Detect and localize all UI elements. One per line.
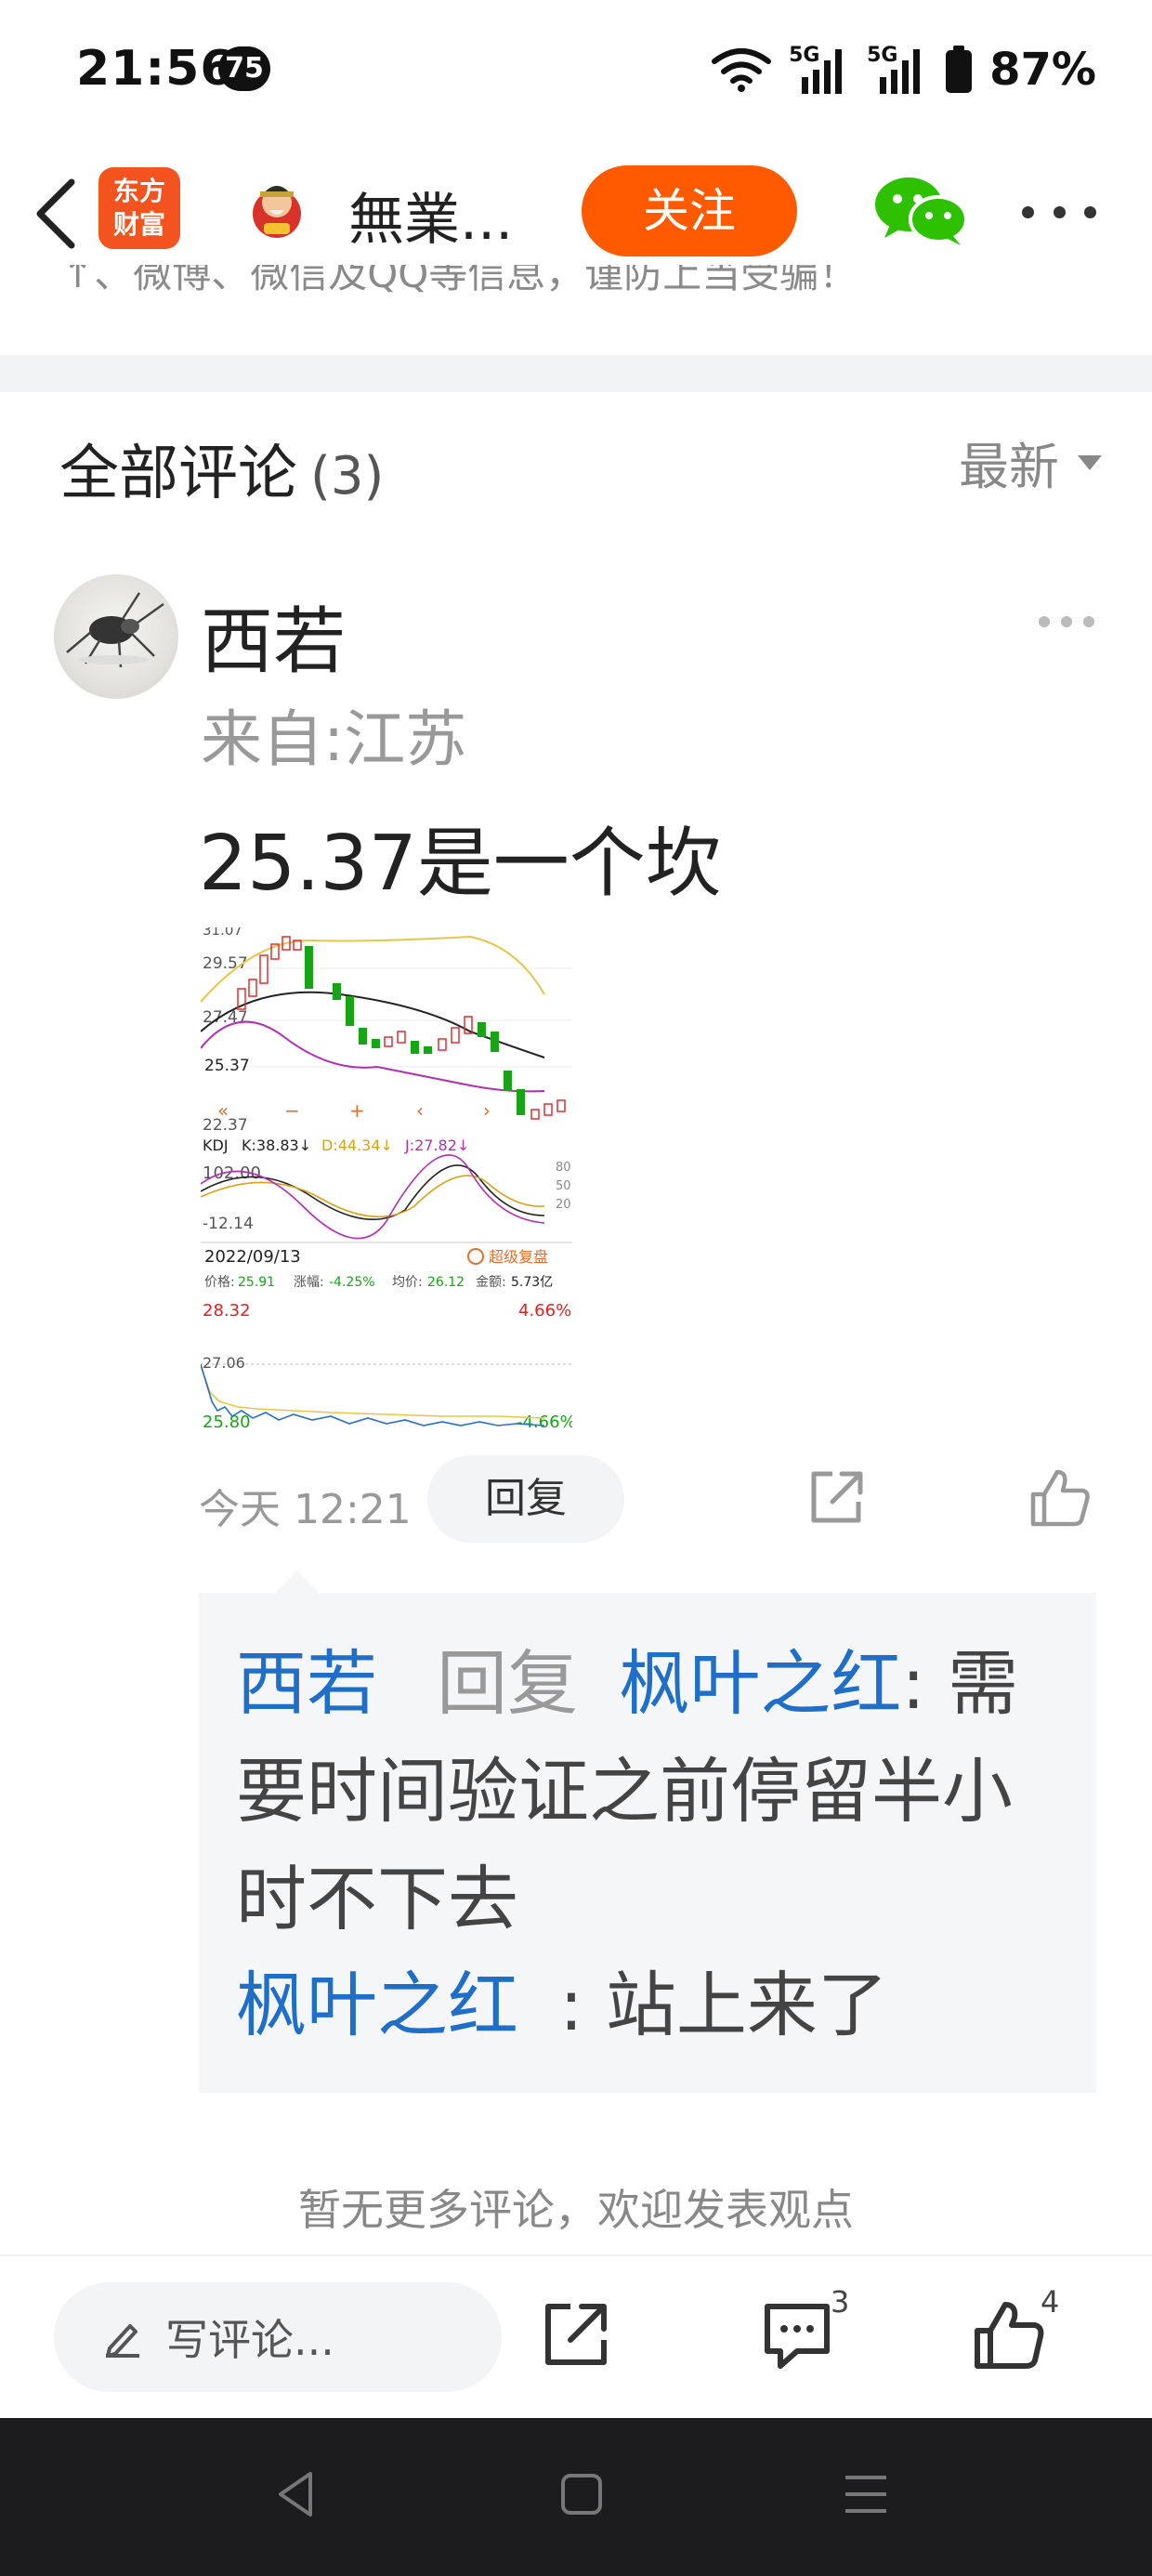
chart-date: 2022/09/13: [204, 1247, 301, 1267]
comments-title-label: 全部评论: [59, 440, 297, 508]
svg-text:«: «: [217, 1099, 229, 1122]
intraday-low: 25.80: [203, 1413, 251, 1432]
kdj-bottom: -12.14: [203, 1215, 254, 1233]
app-root: 21:56 75 5G 5G 87% 东方财富 無業... 关注 ↑、微博、微信…: [0, 0, 1152, 2576]
wechat-share-icon[interactable]: [870, 173, 972, 247]
reply-verb: 回复: [437, 1642, 579, 1725]
replay-label: 超级复盘: [489, 1248, 548, 1266]
reply-button[interactable]: 回复: [427, 1455, 624, 1543]
app-logo[interactable]: 东方财富: [98, 167, 180, 249]
kdj-right: 50: [556, 1179, 571, 1193]
dot-icon: [1053, 205, 1066, 218]
kdj-k: K:38.83↓: [242, 1137, 311, 1154]
stock-chart-thumbnail: 31.07 29.57 27.47 25.37 22.37 « − + ‹ › …: [200, 922, 576, 1432]
intraday-high-pct: 4.66%: [518, 1301, 571, 1321]
comment-location: 来自:江苏: [201, 703, 467, 775]
write-comment-input[interactable]: 写评论...: [54, 2282, 502, 2392]
nav-back-icon[interactable]: [269, 2466, 325, 2522]
article-clipped-text: ↑、微博、微信及QQ等信息，谨防上当受骗！: [61, 265, 858, 293]
thumbs-up-icon[interactable]: [972, 2297, 1046, 2372]
comment-text: 25.37是一个坎: [199, 820, 722, 908]
reply-to-user[interactable]: 枫叶之红: [619, 1642, 901, 1725]
commenter-avatar[interactable]: [54, 574, 178, 699]
reply-item[interactable]: 枫叶之红 : 站上来了: [236, 1952, 1059, 2059]
share-icon[interactable]: [539, 2297, 613, 2372]
insect-sketch-image: [66, 592, 164, 668]
intraday-mid: 27.06: [203, 1354, 245, 1372]
svg-text:−: −: [284, 1099, 300, 1122]
price-value: 25.91: [238, 1275, 275, 1290]
svg-text:‹: ‹: [416, 1099, 424, 1122]
avg-value: 26.12: [427, 1275, 465, 1290]
reply-text: : 站上来了: [559, 1964, 888, 2046]
reply-box-pointer: [275, 1571, 320, 1593]
chart-control-row: « − + ‹ ›: [217, 1099, 491, 1122]
dot-icon: [1039, 616, 1050, 627]
svg-text:›: ›: [483, 1099, 491, 1122]
sort-dropdown[interactable]: 最新: [959, 426, 1102, 499]
status-time: 21:56: [76, 41, 235, 97]
more-options-button[interactable]: [1022, 201, 1096, 223]
dot-icon: [1084, 205, 1096, 218]
caret-down-icon: [1078, 454, 1102, 470]
sort-label: 最新: [959, 438, 1059, 496]
signal-5g-icon-2: 5G: [867, 44, 928, 96]
author-avatar[interactable]: [243, 175, 310, 242]
replies-panel[interactable]: 西若 回复 枫叶之红: 需要时间验证之前停留半小时不下去 枫叶之红 : 站上来了: [199, 1593, 1096, 2093]
status-icons: 5G 5G 87%: [711, 37, 1096, 102]
back-button[interactable]: [26, 177, 85, 251]
status-bar: 21:56 75 5G 5G 87%: [0, 0, 1152, 139]
intraday-high: 28.32: [203, 1301, 251, 1321]
kdj-right: 20: [556, 1198, 571, 1212]
change-label: 涨幅:: [294, 1275, 324, 1290]
wifi-icon: [712, 48, 772, 92]
notification-badge: 75: [218, 46, 270, 91]
dot-icon: [1083, 616, 1094, 627]
nav-home-icon[interactable]: [554, 2466, 609, 2522]
follow-button[interactable]: 关注: [582, 165, 797, 256]
comment-bubble-icon[interactable]: [760, 2297, 834, 2372]
comment-more-button[interactable]: [1039, 616, 1094, 631]
signal-5g-icon: 5G: [789, 44, 850, 96]
chevron-left-icon: [36, 178, 75, 249]
amount-label: 金额:: [476, 1275, 506, 1290]
commenter-name[interactable]: 西若: [201, 584, 346, 688]
comments-title: 全部评论 (3): [59, 426, 384, 511]
battery-percent: 87%: [989, 44, 1096, 96]
bottom-action-bar: 写评论... 3 4: [0, 2254, 1152, 2418]
dot-icon: [1022, 205, 1034, 218]
kdj-label: KDJ: [203, 1137, 229, 1154]
comment-attached-chart-image[interactable]: 31.07 29.57 27.47 25.37 22.37 « − + ‹ › …: [200, 922, 576, 1433]
comment-count-badge: 3: [831, 2284, 850, 2320]
battery-icon: [946, 46, 973, 93]
amount-value: 5.73亿: [511, 1275, 553, 1290]
comments-count: (3): [310, 446, 385, 506]
section-divider: [0, 355, 1152, 392]
comment-time: 今天 12:21: [199, 1486, 412, 1533]
change-value: -4.25%: [329, 1275, 375, 1290]
price-label: 价格:: [204, 1275, 235, 1290]
thumbs-up-icon[interactable]: [1029, 1466, 1093, 1530]
system-nav-bar: [0, 2418, 1152, 2576]
nav-recents-icon[interactable]: [838, 2466, 894, 2522]
kdj-d: D:44.34↓: [321, 1137, 393, 1154]
intraday-low-pct: -4.66%: [517, 1413, 572, 1432]
reply-from-user[interactable]: 枫叶之红: [236, 1964, 518, 2046]
chart-top-label: 31.07: [203, 927, 242, 939]
chart-y-label: 25.37: [204, 1057, 250, 1075]
kdj-right: 80: [556, 1161, 571, 1175]
reply-from-user[interactable]: 西若: [236, 1642, 377, 1725]
pencil-icon: [106, 2324, 139, 2358]
app-logo-text: 东方财富: [112, 176, 165, 240]
dot-icon: [1061, 616, 1072, 627]
reply-item[interactable]: 西若 回复 枫叶之红: 需要时间验证之前停留半小时不下去: [236, 1630, 1059, 1953]
author-name[interactable]: 無業...: [348, 175, 513, 256]
avg-label: 均价:: [392, 1275, 423, 1290]
no-more-comments-text: 暂无更多评论，欢迎发表观点: [298, 2185, 854, 2235]
svg-text:+: +: [349, 1099, 365, 1122]
kdj-j: J:27.82↓: [404, 1137, 469, 1154]
write-comment-placeholder: 写评论...: [165, 2315, 334, 2365]
like-count-badge: 4: [1041, 2284, 1060, 2320]
share-icon[interactable]: [806, 1468, 866, 1528]
